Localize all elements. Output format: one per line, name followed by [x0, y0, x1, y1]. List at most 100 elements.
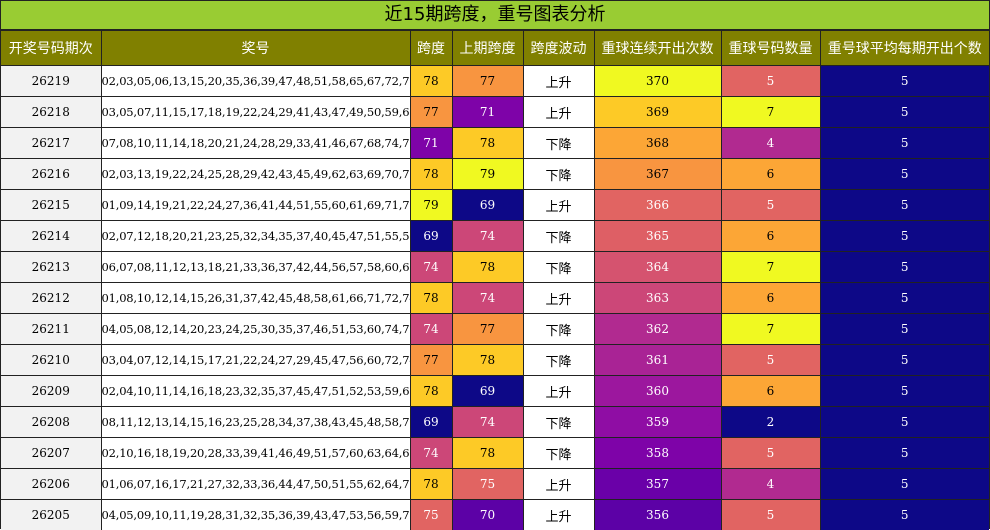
numbers-cell: 02,03,13,19,22,24,25,28,29,42,43,45,49,6… [101, 159, 410, 190]
count-cell: 6 [721, 159, 820, 190]
count-cell: 7 [721, 252, 820, 283]
trend-cell: 下降 [523, 407, 594, 438]
numbers-cell: 08,11,12,13,14,15,16,23,25,28,34,37,38,4… [101, 407, 410, 438]
count-cell: 5 [721, 438, 820, 469]
trend-cell: 下降 [523, 438, 594, 469]
table-row: 2621402,07,12,18,20,21,23,25,32,34,35,37… [1, 221, 989, 252]
span-cell: 71 [410, 128, 452, 159]
header-repeat-average: 重号球平均每期开出个数 [820, 31, 989, 66]
streak-cell: 370 [594, 66, 721, 97]
count-cell: 5 [721, 66, 820, 97]
table-row: 2621707,08,10,11,14,18,20,21,24,28,29,33… [1, 128, 989, 159]
count-cell: 5 [721, 190, 820, 221]
table-row: 2621501,09,14,19,21,22,24,27,36,41,44,51… [1, 190, 989, 221]
prev-span-cell: 74 [452, 283, 523, 314]
table-row: 2621902,03,05,06,13,15,20,35,36,39,47,48… [1, 66, 989, 97]
period-cell: 26215 [1, 190, 101, 221]
table-row: 2621306,07,08,11,12,13,18,21,33,36,37,42… [1, 252, 989, 283]
prev-span-cell: 69 [452, 190, 523, 221]
data-table: 开奖号码期次 奖号 跨度 上期跨度 跨度波动 重球连续开出次数 重球号码数量 重… [1, 30, 989, 530]
table-row: 2621803,05,07,11,15,17,18,19,22,24,29,41… [1, 97, 989, 128]
table-row: 2620902,04,10,11,14,16,18,23,32,35,37,45… [1, 376, 989, 407]
prev-span-cell: 77 [452, 66, 523, 97]
period-cell: 26205 [1, 500, 101, 530]
average-cell: 5 [820, 438, 989, 469]
span-cell: 74 [410, 438, 452, 469]
table-row: 2620808,11,12,13,14,15,16,23,25,28,34,37… [1, 407, 989, 438]
count-cell: 6 [721, 376, 820, 407]
period-cell: 26210 [1, 345, 101, 376]
streak-cell: 363 [594, 283, 721, 314]
average-cell: 5 [820, 97, 989, 128]
numbers-cell: 07,08,10,11,14,18,20,21,24,28,29,33,41,4… [101, 128, 410, 159]
span-cell: 77 [410, 97, 452, 128]
prev-span-cell: 74 [452, 407, 523, 438]
count-cell: 2 [721, 407, 820, 438]
period-cell: 26211 [1, 314, 101, 345]
header-repeat-streak: 重球连续开出次数 [594, 31, 721, 66]
numbers-cell: 04,05,08,12,14,20,23,24,25,30,35,37,46,5… [101, 314, 410, 345]
trend-cell: 上升 [523, 283, 594, 314]
numbers-cell: 01,08,10,12,14,15,26,31,37,42,45,48,58,6… [101, 283, 410, 314]
header-prev-span: 上期跨度 [452, 31, 523, 66]
streak-cell: 356 [594, 500, 721, 530]
span-cell: 78 [410, 469, 452, 500]
trend-cell: 上升 [523, 469, 594, 500]
prev-span-cell: 75 [452, 469, 523, 500]
average-cell: 5 [820, 314, 989, 345]
header-span-trend: 跨度波动 [523, 31, 594, 66]
table-row: 2621104,05,08,12,14,20,23,24,25,30,35,37… [1, 314, 989, 345]
trend-cell: 上升 [523, 500, 594, 530]
average-cell: 5 [820, 221, 989, 252]
prev-span-cell: 79 [452, 159, 523, 190]
prev-span-cell: 77 [452, 314, 523, 345]
trend-cell: 上升 [523, 66, 594, 97]
table-row: 2620601,06,07,16,17,21,27,32,33,36,44,47… [1, 469, 989, 500]
streak-cell: 361 [594, 345, 721, 376]
prev-span-cell: 78 [452, 128, 523, 159]
average-cell: 5 [820, 252, 989, 283]
streak-cell: 362 [594, 314, 721, 345]
prev-span-cell: 70 [452, 500, 523, 530]
numbers-cell: 03,05,07,11,15,17,18,19,22,24,29,41,43,4… [101, 97, 410, 128]
streak-cell: 366 [594, 190, 721, 221]
average-cell: 5 [820, 376, 989, 407]
numbers-cell: 02,04,10,11,14,16,18,23,32,35,37,45,47,5… [101, 376, 410, 407]
period-cell: 26207 [1, 438, 101, 469]
period-cell: 26217 [1, 128, 101, 159]
numbers-cell: 01,06,07,16,17,21,27,32,33,36,44,47,50,5… [101, 469, 410, 500]
header-row: 开奖号码期次 奖号 跨度 上期跨度 跨度波动 重球连续开出次数 重球号码数量 重… [1, 31, 989, 66]
average-cell: 5 [820, 500, 989, 530]
table-row: 2620504,05,09,10,11,19,28,31,32,35,36,39… [1, 500, 989, 530]
span-cell: 78 [410, 66, 452, 97]
table-row: 2621602,03,13,19,22,24,25,28,29,42,43,45… [1, 159, 989, 190]
prev-span-cell: 74 [452, 221, 523, 252]
count-cell: 4 [721, 128, 820, 159]
period-cell: 26214 [1, 221, 101, 252]
count-cell: 7 [721, 97, 820, 128]
period-cell: 26209 [1, 376, 101, 407]
streak-cell: 369 [594, 97, 721, 128]
count-cell: 7 [721, 314, 820, 345]
span-cell: 78 [410, 376, 452, 407]
header-period: 开奖号码期次 [1, 31, 101, 66]
span-cell: 79 [410, 190, 452, 221]
average-cell: 5 [820, 407, 989, 438]
trend-cell: 上升 [523, 376, 594, 407]
span-cell: 75 [410, 500, 452, 530]
numbers-cell: 02,07,12,18,20,21,23,25,32,34,35,37,40,4… [101, 221, 410, 252]
header-numbers: 奖号 [101, 31, 410, 66]
period-cell: 26206 [1, 469, 101, 500]
numbers-cell: 01,09,14,19,21,22,24,27,36,41,44,51,55,6… [101, 190, 410, 221]
average-cell: 5 [820, 190, 989, 221]
period-cell: 26216 [1, 159, 101, 190]
span-cell: 69 [410, 221, 452, 252]
span-cell: 74 [410, 314, 452, 345]
trend-cell: 下降 [523, 252, 594, 283]
streak-cell: 358 [594, 438, 721, 469]
span-cell: 78 [410, 159, 452, 190]
header-repeat-count: 重球号码数量 [721, 31, 820, 66]
trend-cell: 下降 [523, 128, 594, 159]
streak-cell: 364 [594, 252, 721, 283]
span-cell: 69 [410, 407, 452, 438]
